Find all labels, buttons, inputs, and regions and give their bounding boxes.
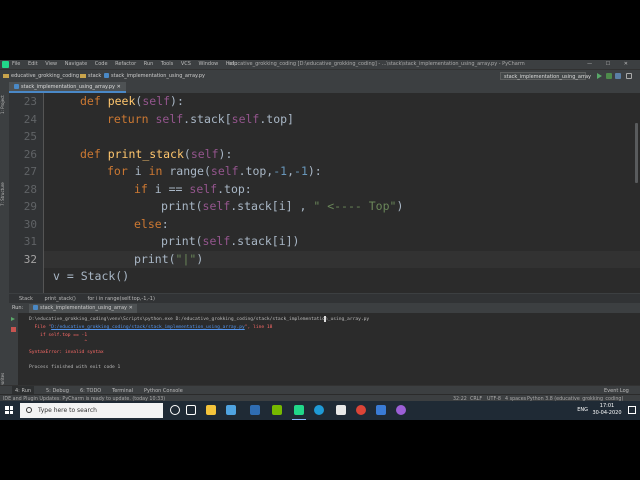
run-configuration-select[interactable]: stack_implementation_using_array ▾: [500, 72, 591, 88]
menu-bar: File Edit View Navigate Code Refactor Ru…: [12, 60, 243, 69]
run-label: Run:: [12, 305, 24, 311]
menu-code[interactable]: Code: [95, 61, 108, 67]
app-icon[interactable]: [376, 405, 386, 415]
line-number: 24: [23, 112, 37, 126]
code-line-31[interactable]: print(self.stack[i]): [161, 234, 300, 248]
debug-icon[interactable]: [606, 73, 612, 79]
rerun-icon[interactable]: [11, 317, 15, 321]
line-number: 27: [23, 165, 37, 178]
clock-time: 17:01: [599, 403, 615, 409]
python-file-icon: [14, 84, 19, 89]
mouse-cursor-icon: [324, 316, 326, 322]
code-editor[interactable]: 23 24 25 26 27 28 29 30 31 32 def peek(s…: [9, 93, 640, 318]
coverage-icon[interactable]: [615, 73, 621, 79]
start-button[interactable]: [0, 401, 18, 420]
line-number-gutter: 23 24 25 26 27 28 29 30 31 32: [9, 93, 44, 318]
run-panel-header: Run: stack_implementation_using_array ✕: [9, 304, 640, 313]
output-caret: ^: [29, 340, 88, 345]
run-toolbar: [9, 313, 18, 392]
breadcrumb-method[interactable]: print_stack(): [44, 296, 75, 302]
line-number: 31: [23, 235, 37, 248]
traceback-file-link[interactable]: D:/educative_grokking_coding/stack/stack…: [51, 325, 245, 330]
notepad-icon[interactable]: [336, 405, 346, 415]
taskbar-search-input[interactable]: Type here to search: [20, 403, 163, 418]
mail-icon[interactable]: [226, 405, 236, 415]
stop-icon[interactable]: [11, 327, 16, 332]
windows-logo-icon: [5, 406, 13, 414]
menu-view[interactable]: View: [45, 61, 57, 67]
app-icon[interactable]: [250, 405, 260, 415]
clock[interactable]: 17:01 30-04-2020: [592, 403, 622, 417]
file-explorer-icon[interactable]: [206, 405, 216, 415]
edge-icon[interactable]: [314, 405, 324, 415]
code-line-29[interactable]: print(self.stack[i] , " <---- Top"): [161, 199, 403, 213]
menu-navigate[interactable]: Navigate: [65, 61, 87, 67]
search-everywhere-icon[interactable]: [626, 73, 632, 79]
code-line-30[interactable]: else:: [134, 217, 169, 231]
nvidia-icon[interactable]: [272, 405, 282, 415]
code-line-32[interactable]: print("|"): [134, 252, 203, 266]
run-icon[interactable]: [597, 73, 602, 79]
window-title: educative_grokking_coding [D:\educative_…: [228, 61, 525, 67]
output-error: SyntaxError: invalid syntax: [29, 350, 104, 355]
window-controls[interactable]: — ☐ ✕: [587, 60, 634, 69]
tab-stack-implementation[interactable]: stack_implementation_using_array.py ✕: [9, 82, 126, 93]
line-number: 25: [23, 130, 37, 143]
line-number: 29: [23, 200, 37, 213]
folder-icon: [3, 73, 9, 78]
clock-date: 30-04-2020: [592, 410, 622, 416]
notification-icon[interactable]: [628, 406, 636, 414]
code-line-28[interactable]: if i == self.top:: [134, 182, 252, 196]
output-traceback-file: File "D:/educative_grokking_coding/stack…: [29, 325, 273, 330]
navigation-bar: educative_grokking_coding stack stack_im…: [0, 69, 640, 88]
code-line-23[interactable]: def peek(self):: [80, 94, 184, 108]
pycharm-window: File Edit View Navigate Code Refactor Ru…: [0, 60, 640, 420]
menu-run[interactable]: Run: [144, 61, 154, 67]
code-line-26[interactable]: def print_stack(self):: [80, 147, 232, 161]
code-line-33[interactable]: v = Stack(): [53, 269, 129, 283]
language-indicator[interactable]: ENG: [577, 407, 588, 413]
line-number: 23: [23, 95, 37, 108]
task-view-icon[interactable]: [186, 405, 196, 415]
menu-window[interactable]: Window: [199, 61, 219, 67]
structure-tool-tab[interactable]: 7: Structure: [0, 177, 9, 211]
title-bar: File Edit View Navigate Code Refactor Ru…: [0, 60, 640, 69]
chrome-icon[interactable]: [356, 405, 366, 415]
python-file-icon: [104, 73, 109, 78]
pycharm-logo-icon: [2, 61, 9, 68]
menu-file[interactable]: File: [12, 61, 20, 67]
run-tab[interactable]: stack_implementation_using_array ✕: [29, 304, 137, 313]
output-exit: Process finished with exit code 1: [29, 365, 121, 370]
line-number: 26: [23, 147, 37, 161]
breadcrumb-class[interactable]: Stack: [19, 296, 33, 302]
line-number-current: 32: [23, 252, 37, 266]
menu-edit[interactable]: Edit: [28, 61, 38, 67]
search-icon: [26, 407, 32, 413]
code-line-24[interactable]: return self.stack[self.top]: [107, 112, 294, 126]
project-tool-tab[interactable]: 1: Project: [0, 90, 9, 120]
pycharm-taskbar-icon[interactable]: [292, 405, 306, 420]
menu-refactor[interactable]: Refactor: [115, 61, 136, 67]
nav-project[interactable]: educative_grokking_coding: [3, 70, 79, 82]
nav-file[interactable]: stack_implementation_using_array.py: [104, 70, 205, 82]
app-icon[interactable]: [396, 405, 406, 415]
cortana-icon[interactable]: [170, 405, 180, 415]
menu-tools[interactable]: Tools: [161, 61, 173, 67]
output-command: D:\educative_grokking_coding\venv\Script…: [29, 317, 370, 322]
windows-taskbar: Type here to search ENG 17:01 30-04-2020: [0, 401, 640, 420]
line-number: 28: [23, 182, 37, 196]
editor-scrollbar[interactable]: [635, 123, 638, 183]
output-code-line: if self.top == -1: [29, 333, 88, 338]
line-number: 30: [23, 217, 37, 231]
python-file-icon: [33, 305, 38, 310]
breadcrumb-loop[interactable]: for i in range(self.top,-1,-1): [87, 296, 154, 302]
nav-folder[interactable]: stack: [80, 70, 101, 82]
folder-icon: [80, 73, 86, 78]
code-line-27[interactable]: for i in range(self.top,-1,-1):: [107, 164, 322, 178]
menu-vcs[interactable]: VCS: [181, 61, 191, 67]
